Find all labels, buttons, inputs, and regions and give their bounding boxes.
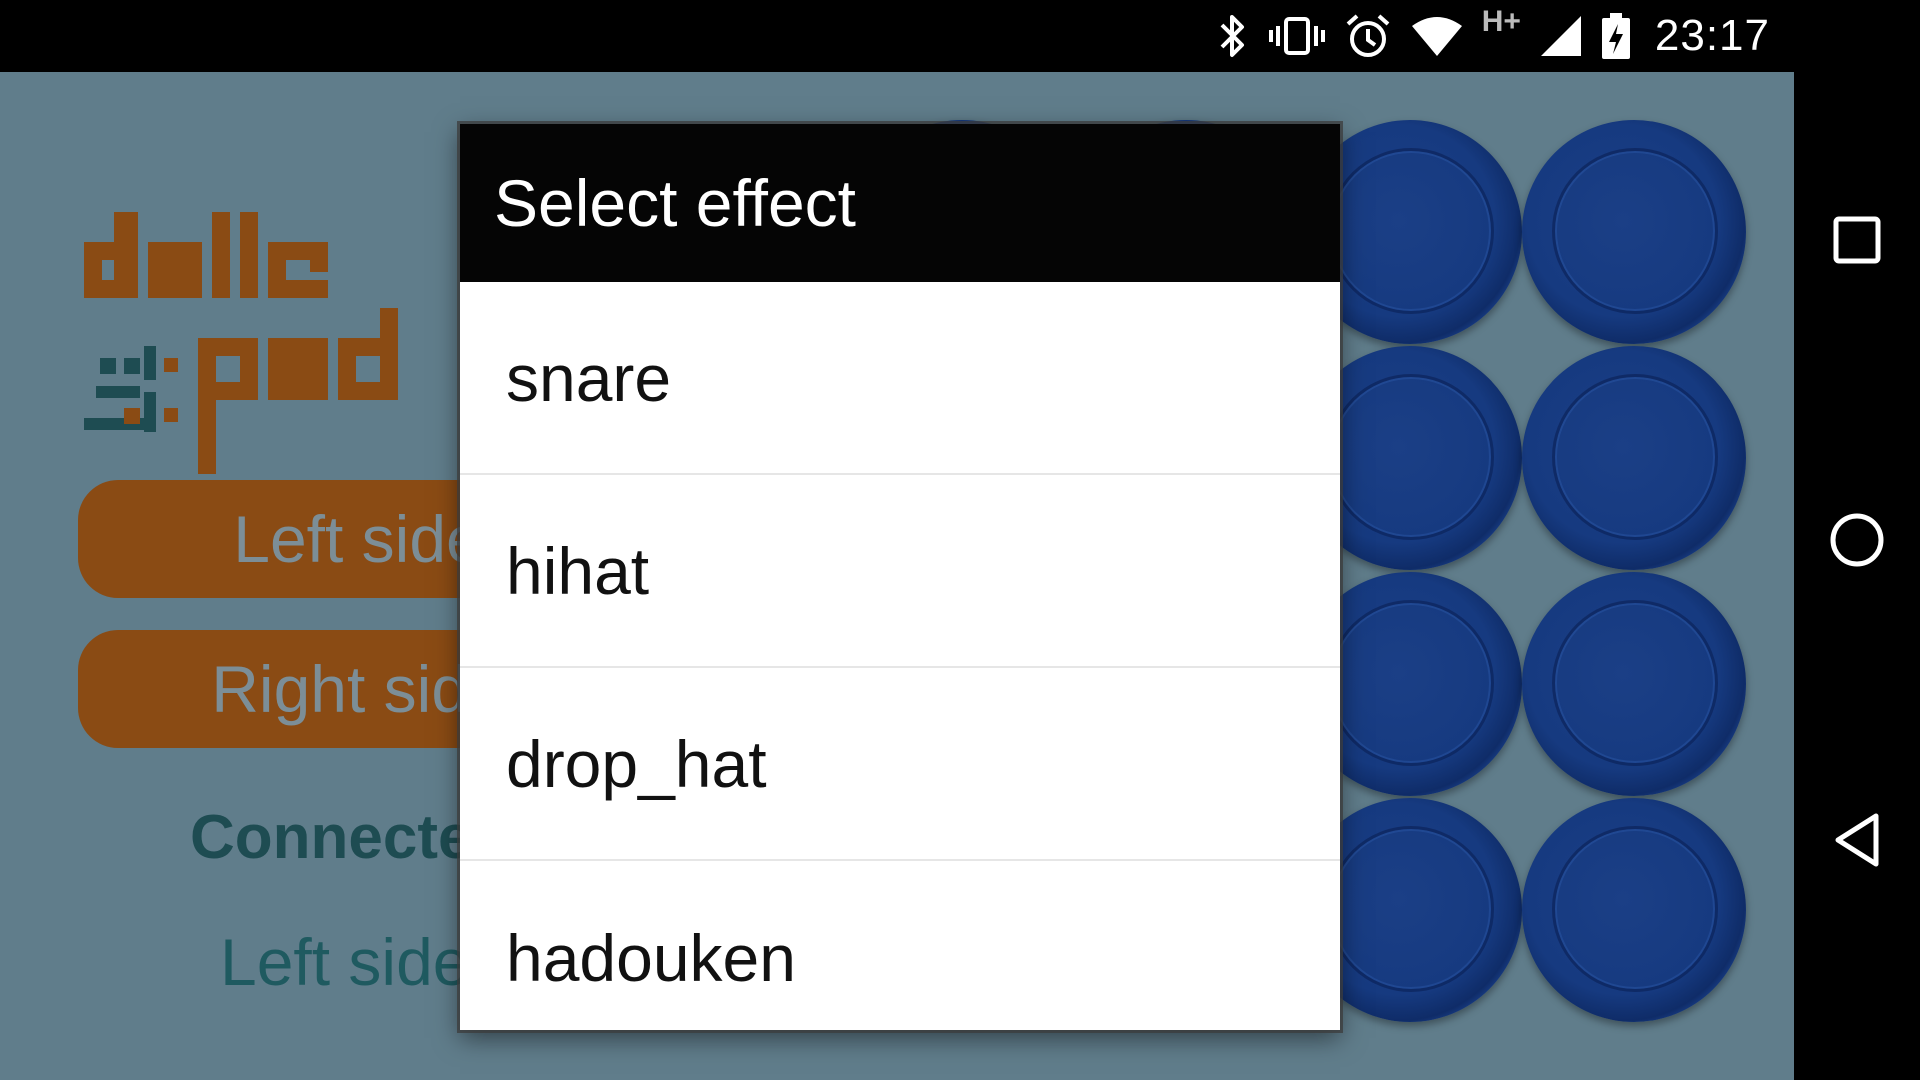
drum-pad[interactable] [1522,798,1746,1022]
back-icon [1835,813,1879,867]
status-bar: H+ 23:17 [0,0,1920,72]
recent-apps-icon [1833,216,1881,264]
battery-charging-icon [1601,12,1631,60]
effect-option-hadouken[interactable]: hadouken [460,861,1340,1030]
drum-pad[interactable] [1522,120,1746,344]
network-type-label: H+ [1481,5,1521,38]
drum-pad[interactable] [1522,346,1746,570]
clock: 23:17 [1654,11,1770,60]
effect-list: snare hihat drop_hat hadouken [460,282,1340,1030]
cell-signal-icon [1539,14,1583,58]
alarm-icon [1344,12,1392,60]
wifi-icon [1410,14,1464,58]
navigation-bar [1794,72,1920,1080]
dialog-title: Select effect [460,124,1340,282]
home-icon [1830,513,1884,567]
bluetooth-icon [1214,13,1250,59]
drum-pad[interactable] [1522,572,1746,796]
select-effect-dialog: Select effect snare hihat drop_hat hadou… [460,124,1340,1030]
status-icons: H+ 23:17 [1214,0,1770,72]
effect-option-snare[interactable]: snare [460,282,1340,475]
recent-apps-button[interactable] [1825,208,1889,272]
back-button[interactable] [1825,808,1889,872]
effect-option-drop-hat[interactable]: drop_hat [460,668,1340,861]
effect-option-hihat[interactable]: hihat [460,475,1340,668]
vibrate-icon [1268,13,1326,59]
home-button[interactable] [1825,508,1889,572]
